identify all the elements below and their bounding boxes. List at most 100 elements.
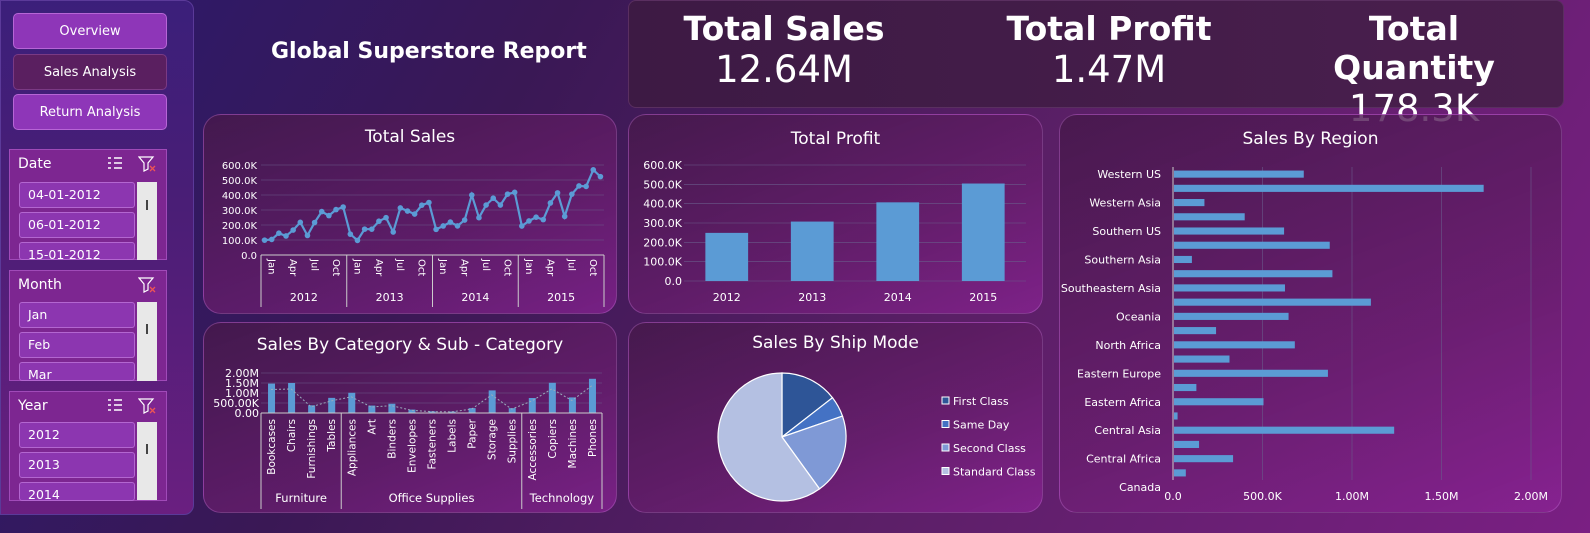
subcategory-bar [328,397,336,413]
data-point [340,204,346,210]
data-point [590,167,597,173]
data-point [333,206,339,213]
data-point [390,229,396,235]
data-point [547,200,554,206]
trend-line [271,385,593,413]
data-point [576,183,582,189]
kpi-value: 12.64M [715,48,853,91]
y-tick-label: Southern Asia [1084,253,1161,266]
x-tick-label: Accessories [527,419,539,481]
slicer-item[interactable]: 04-01-2012 [19,182,135,208]
data-point [297,219,304,226]
data-point [569,191,575,197]
scrollbar[interactable] [137,182,157,260]
y-tick-label: Central Asia [1094,424,1161,437]
overview-button[interactable]: Overview [13,13,167,49]
data-point [519,223,525,229]
sidebar: Overview Sales Analysis Return Analysis … [0,0,194,515]
data-point [311,219,318,226]
kpi-value: 1.47M [1051,48,1167,91]
kpi-label: Total Profit [1006,9,1212,48]
sales-analysis-button[interactable]: Sales Analysis [13,54,167,90]
multi-select-icon[interactable] [106,155,124,173]
data-point [511,189,518,196]
y-tick-label: 300.0K [222,206,258,217]
year-label: 2015 [547,291,575,304]
region-bar [1174,213,1245,221]
x-tick-label: 1.50M [1425,490,1459,503]
data-point [483,202,489,208]
month-tick-label: Oct [587,259,598,276]
y-tick-label: Canada [1119,481,1161,494]
legend-swatch [941,420,950,428]
data-point [261,237,268,243]
data-point [469,192,475,198]
data-point [554,190,561,196]
slicer-item[interactable]: 2014 [19,482,135,501]
region-bar [1174,312,1289,320]
data-point [304,232,311,239]
return-analysis-button[interactable]: Return Analysis [13,94,167,130]
group-label: Furniture [275,491,327,505]
month-tick-label: Apr [287,259,298,277]
y-tick-label: Central Africa [1086,453,1161,466]
region-bar [1174,284,1285,292]
legend-swatch [941,443,950,452]
subcategory-bar [548,382,556,413]
month-tick-label: Oct [501,259,512,276]
y-tick-label: 600.0K [222,161,258,172]
kpi-label: Total Sales [683,9,885,48]
slicer-item[interactable]: Mar [19,362,135,381]
slicer-item[interactable]: Feb [19,332,135,358]
ship-mode-pie-chart: First Class Same Day Second Class Standard … [717,372,1036,502]
kpi-total-sales: Total Sales 12.64M [679,9,889,91]
data-point [433,226,439,233]
month-tick-label: Jan [266,258,277,274]
x-tick-label: Binders [386,419,398,459]
clear-filter-icon[interactable] [138,397,156,415]
slicer-item[interactable]: 2012 [19,422,135,448]
data-point [418,202,425,208]
subcategory-bar [348,392,356,413]
month-tick-label: Jul [480,258,491,271]
report-title: Global Superstore Report [271,39,587,64]
region-bar [1174,170,1304,178]
legend-label: Standard Class [953,466,1036,479]
ship-mode-panel: Sales By Ship Mode First Class Same Day Se… [628,322,1043,513]
data-point [504,191,511,197]
data-point [426,199,432,206]
x-tick-label: Machines [567,419,579,468]
group-label: Office Supplies [389,491,475,505]
slicer-item[interactable]: 2013 [19,452,135,478]
x-tick-label: 500.0K [1243,490,1282,503]
x-tick-label: Supplies [507,419,519,463]
scrollbar[interactable] [137,422,157,500]
slicer-item[interactable]: 06-01-2012 [19,212,135,238]
profit-bar [705,232,749,281]
data-point [383,214,389,221]
region-bar [1174,184,1484,192]
profit-bar [876,202,920,281]
multi-select-icon[interactable] [106,397,124,415]
year-label: 2014 [461,291,489,304]
year-label: 2013 [376,291,404,304]
y-tick-label: 100.0K [643,256,682,269]
region-bar [1174,270,1333,278]
x-tick-label: Storage [487,419,499,460]
x-tick-label: 2015 [969,291,997,304]
region-bar [1174,355,1230,363]
clear-filter-icon[interactable] [138,155,156,173]
slicer-item[interactable]: 15-01-2012 [19,242,135,260]
month-tick-label: Apr [373,259,384,277]
scrollbar[interactable] [137,302,157,381]
clear-filter-icon[interactable] [138,276,156,294]
data-point [561,213,568,220]
y-tick-label: Oceania [1116,310,1161,323]
x-tick-label: Phones [587,419,599,457]
slicer-item[interactable]: Jan [19,302,135,328]
month-tick-label: Oct [416,259,427,276]
month-tick-label: Apr [459,259,470,277]
y-tick-label: 200.0K [222,221,258,232]
data-point [276,230,282,236]
total-profit-bar-chart: 600.0K 500.0K 400.0K 300.0K 200.0K 100.0K 0.0 2… [643,159,1026,304]
